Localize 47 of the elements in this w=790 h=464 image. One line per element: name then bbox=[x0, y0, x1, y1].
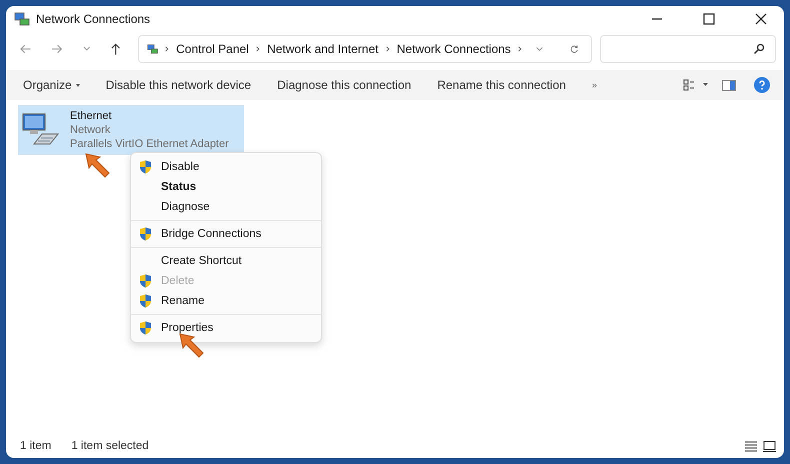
connection-status: Network bbox=[70, 123, 112, 137]
menu-item[interactable]: Status bbox=[131, 177, 321, 197]
more-commands-button[interactable]: » bbox=[582, 76, 606, 94]
menu-item[interactable]: Rename bbox=[131, 291, 321, 311]
chevron-icon bbox=[386, 45, 390, 53]
breadcrumb[interactable]: Network Connections bbox=[396, 42, 511, 56]
menu-item[interactable]: Properties bbox=[131, 318, 321, 338]
recent-dropdown-icon[interactable] bbox=[82, 46, 90, 52]
menu-item[interactable]: Create Shortcut bbox=[131, 251, 321, 271]
forward-icon[interactable] bbox=[51, 43, 63, 55]
toolbar-command[interactable]: Diagnose this connection bbox=[268, 74, 420, 96]
connection-name: Ethernet bbox=[70, 109, 113, 123]
address-bar[interactable]: Control Panel Network and Internet Network Connections bbox=[138, 35, 592, 63]
caret-icon[interactable] bbox=[703, 83, 708, 87]
breadcrumb[interactable]: Network and Internet bbox=[267, 42, 378, 56]
item-count: 1 item bbox=[20, 440, 52, 452]
breadcrumb[interactable]: Control Panel bbox=[176, 42, 249, 56]
search-field[interactable] bbox=[600, 35, 776, 63]
close-icon[interactable] bbox=[755, 13, 767, 25]
chevron-icon bbox=[256, 45, 260, 53]
arrow-icon bbox=[178, 332, 206, 360]
connection-item[interactable]: Ethernet Network Parallels VirtIO Ethernet Adapter bbox=[18, 105, 244, 155]
window-title: Network Connections bbox=[36, 12, 150, 26]
refresh-icon[interactable] bbox=[570, 43, 579, 55]
chevron-icon bbox=[164, 45, 170, 53]
adapter-name: Parallels VirtIO Ethernet Adapter bbox=[70, 137, 229, 151]
back-icon[interactable] bbox=[20, 43, 32, 55]
tiles-view-icon[interactable] bbox=[763, 440, 776, 452]
search-icon bbox=[753, 43, 766, 55]
network-icon bbox=[146, 42, 158, 56]
details-view-icon[interactable] bbox=[745, 440, 757, 452]
network-icon bbox=[14, 12, 30, 26]
preview-pane-icon[interactable] bbox=[722, 80, 736, 90]
dropdown-icon[interactable] bbox=[536, 46, 544, 52]
menu-item[interactable]: Disable bbox=[131, 157, 321, 177]
toolbar-command[interactable]: Rename this connection bbox=[428, 74, 575, 96]
help-icon[interactable] bbox=[754, 77, 770, 93]
menu-item[interactable]: Diagnose bbox=[131, 197, 321, 217]
selection-count: 1 item selected bbox=[71, 440, 149, 452]
view-options-icon[interactable] bbox=[683, 79, 695, 91]
toolbar-command[interactable]: Disable this network device bbox=[96, 74, 260, 96]
chevron-icon bbox=[518, 45, 522, 53]
up-icon[interactable] bbox=[110, 42, 122, 56]
organize-menu-button[interactable]: Organize bbox=[14, 74, 89, 96]
menu-item[interactable]: Bridge Connections bbox=[131, 224, 321, 244]
arrow-icon bbox=[84, 152, 112, 180]
maximize-icon[interactable] bbox=[703, 13, 715, 25]
